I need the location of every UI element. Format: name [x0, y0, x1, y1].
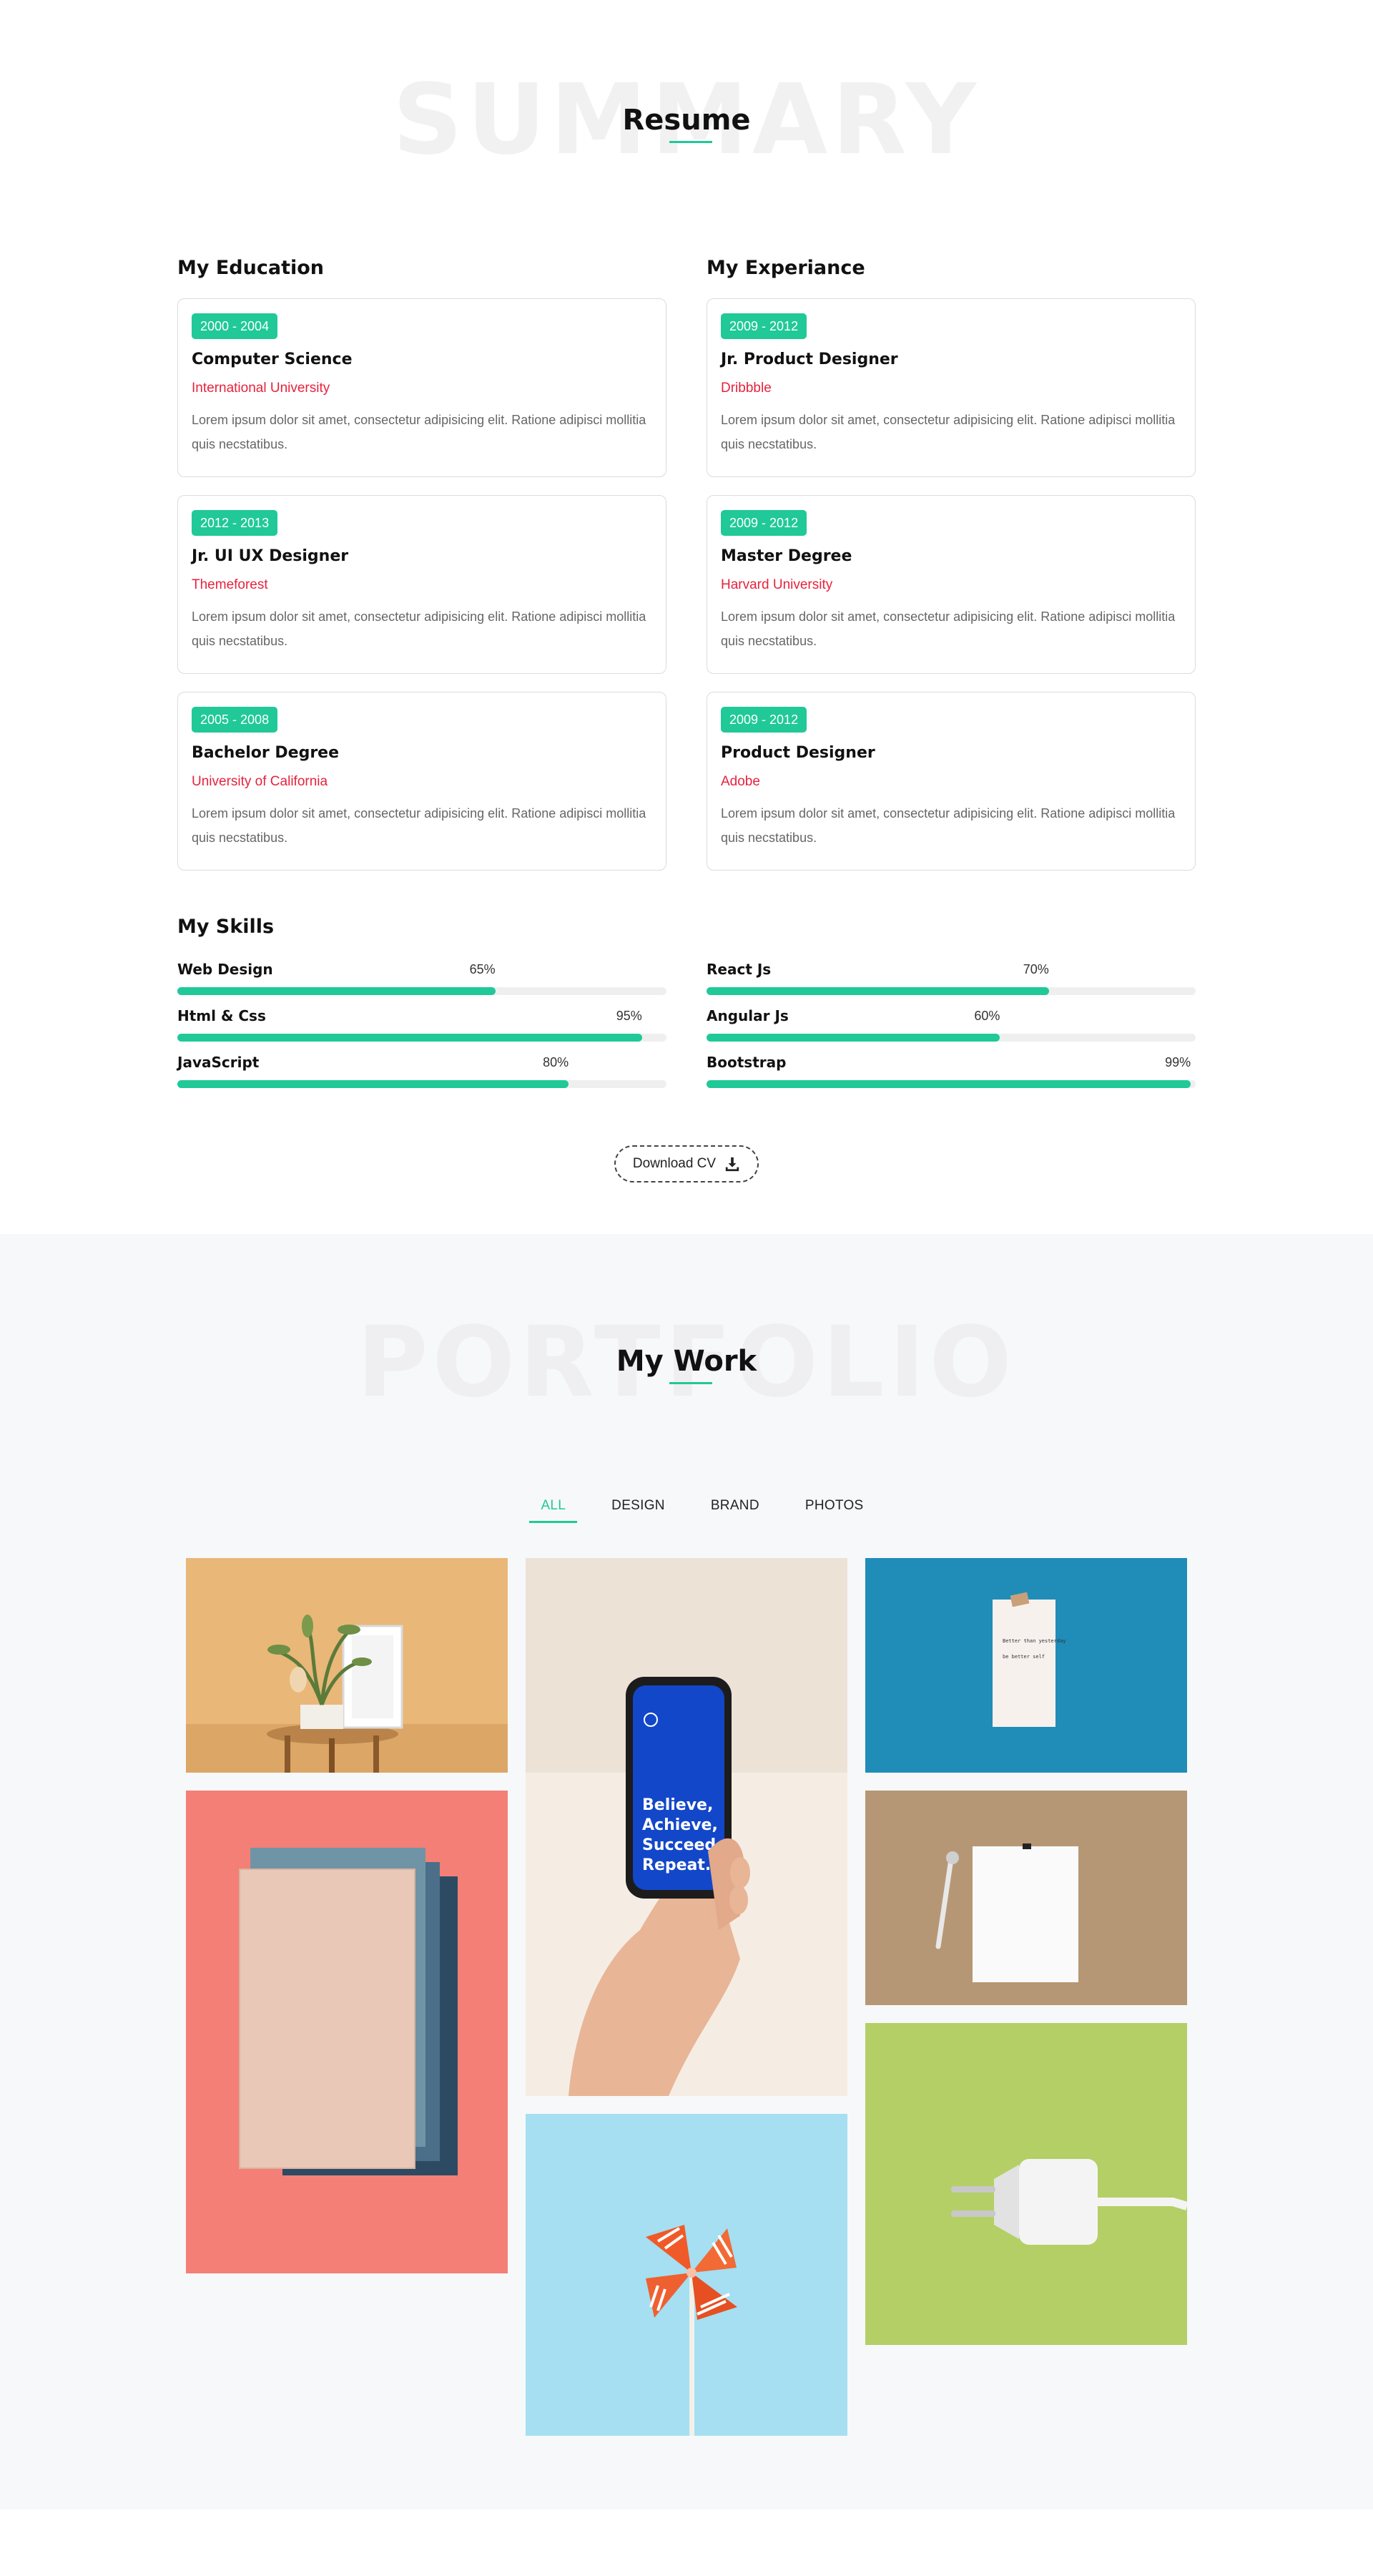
skill-percent: 65%: [469, 962, 496, 976]
card-institution: International University: [192, 381, 330, 396]
years-badge: 2012 - 2013: [192, 510, 278, 536]
card-description: Lorem ipsum dolor sit amet, consectetur …: [192, 413, 646, 451]
years-badge: 2000 - 2004: [192, 313, 278, 339]
card-description: Lorem ipsum dolor sit amet, consectetur …: [192, 806, 646, 845]
card-description: Lorem ipsum dolor sit amet, consectetur …: [721, 609, 1176, 648]
education-column: My Education 2000 - 2004 Computer Scienc…: [177, 255, 666, 871]
skill-progress-fill: [707, 1034, 1000, 1042]
portfolio-title: My Work: [616, 1345, 757, 1378]
portfolio-item-paper-stack[interactable]: [186, 1791, 508, 2273]
filter-tab-brand[interactable]: BRAND: [699, 1496, 771, 1523]
years-badge: 2009 - 2012: [721, 707, 807, 733]
page-footer-spacer: [0, 2509, 1373, 2576]
card-description: Lorem ipsum dolor sit amet, consectetur …: [721, 413, 1176, 451]
card-company: Dribbble: [721, 381, 772, 396]
skill-react-js: React Js 70%: [707, 959, 1196, 995]
skill-name: Html & Css: [177, 1007, 266, 1024]
skill-progress-track: [707, 1034, 1196, 1042]
download-icon: [724, 1156, 740, 1172]
skill-name: JavaScript: [177, 1054, 260, 1071]
experience-title: My Experiance: [707, 257, 865, 279]
skill-name: Bootstrap: [707, 1054, 787, 1071]
portfolio-section: PORTFOLIO My Work ALL DESIGN BRAND PHOTO…: [0, 1234, 1373, 2509]
skill-percent: 70%: [1023, 962, 1049, 976]
portfolio-item-table-plant[interactable]: [186, 1558, 508, 1773]
skill-angular-js: Angular Js 60%: [707, 1006, 1196, 1042]
skill-progress-track: [707, 1080, 1196, 1088]
skill-bootstrap: Bootstrap 99%: [707, 1052, 1196, 1088]
skill-name: Web Design: [177, 961, 273, 978]
card-title: Product Designer: [721, 744, 875, 762]
phone-screen-line-4: Repeat.: [642, 1856, 711, 1874]
portfolio-filter-tabs: ALL DESIGN BRAND PHOTOS: [0, 1496, 1373, 1523]
skill-progress-fill: [177, 987, 496, 995]
card-title: Jr. UI UX Designer: [192, 547, 349, 565]
skill-progress-track: [177, 987, 666, 995]
skill-progress-fill: [177, 1080, 569, 1088]
resume-title-underline: [669, 141, 712, 143]
portfolio-item-phone-in-hand[interactable]: Believe, Achieve, Succeed, Repeat.: [526, 1558, 847, 2096]
education-card: 2005 - 2008 Bachelor Degree University o…: [177, 692, 666, 871]
filter-tab-all[interactable]: ALL: [529, 1496, 578, 1523]
education-title: My Education: [177, 257, 325, 279]
card-title: Master Degree: [721, 547, 852, 565]
card-description: Lorem ipsum dolor sit amet, consectetur …: [721, 806, 1176, 845]
download-cv-button[interactable]: Download CV: [614, 1145, 759, 1182]
resume-section: SUMMARY Resume My Education 2000 - 2004 …: [0, 0, 1373, 1234]
skill-name: React Js: [707, 961, 772, 978]
experience-card: 2009 - 2012 Product Designer Adobe Lorem…: [707, 692, 1196, 871]
education-card: 2000 - 2004 Computer Science Internation…: [177, 298, 666, 477]
resume-title: Resume: [622, 104, 751, 137]
experience-card: 2009 - 2012 Jr. Product Designer Dribbbl…: [707, 298, 1196, 477]
skill-percent: 60%: [974, 1009, 1000, 1023]
card-description: Lorem ipsum dolor sit amet, consectetur …: [192, 609, 646, 648]
phone-screen-line-2: Achieve,: [642, 1816, 718, 1834]
skill-javascript: JavaScript 80%: [177, 1052, 666, 1088]
card-company: Harvard University: [721, 577, 833, 592]
portfolio-item-note-on-blue[interactable]: Better than yesterday be better self: [865, 1558, 1187, 1773]
portfolio-item-pinwheel[interactable]: [526, 2114, 847, 2436]
note-text-line-2: be better self: [1003, 1654, 1045, 1660]
skill-progress-fill: [177, 1034, 642, 1042]
portfolio-title-underline: [669, 1382, 712, 1384]
years-badge: 2009 - 2012: [721, 510, 807, 536]
skill-name: Angular Js: [707, 1007, 789, 1024]
years-badge: 2009 - 2012: [721, 313, 807, 339]
skill-progress-track: [177, 1080, 666, 1088]
filter-tab-design[interactable]: DESIGN: [600, 1496, 676, 1523]
skill-percent: 99%: [1165, 1055, 1191, 1069]
experience-card: 2009 - 2012 Master Degree Harvard Univer…: [707, 495, 1196, 674]
skill-progress-track: [707, 987, 1196, 995]
skill-html-css: Html & Css 95%: [177, 1006, 666, 1042]
phone-screen-line-1: Believe,: [642, 1796, 713, 1814]
skill-progress-fill: [707, 1080, 1191, 1088]
card-title: Jr. Product Designer: [721, 351, 898, 368]
card-company: Adobe: [721, 774, 760, 789]
skills-title: My Skills: [177, 916, 275, 938]
filter-tab-photos[interactable]: PHOTOS: [794, 1496, 875, 1523]
experience-list: 2009 - 2012 Jr. Product Designer Dribbbl…: [707, 298, 1196, 871]
portfolio-item-charger[interactable]: [865, 2023, 1187, 2345]
years-badge: 2005 - 2008: [192, 707, 278, 733]
skill-percent: 80%: [543, 1055, 569, 1069]
education-list: 2000 - 2004 Computer Science Internation…: [177, 298, 666, 871]
skill-progress-fill: [707, 987, 1049, 995]
card-institution: University of California: [192, 774, 328, 789]
card-institution: Themeforest: [192, 577, 268, 592]
skill-progress-track: [177, 1034, 666, 1042]
portfolio-item-paper-and-pen[interactable]: [865, 1791, 1187, 2005]
skill-percent: 95%: [616, 1009, 642, 1023]
experience-column: My Experiance 2009 - 2012 Jr. Product De…: [707, 255, 1196, 871]
education-card: 2012 - 2013 Jr. UI UX Designer Themefore…: [177, 495, 666, 674]
skill-web-design: Web Design 65%: [177, 959, 666, 995]
download-cv-label: Download CV: [632, 1156, 717, 1171]
note-text-line-1: Better than yesterday: [1003, 1638, 1066, 1644]
card-title: Computer Science: [192, 351, 353, 368]
card-title: Bachelor Degree: [192, 744, 340, 762]
